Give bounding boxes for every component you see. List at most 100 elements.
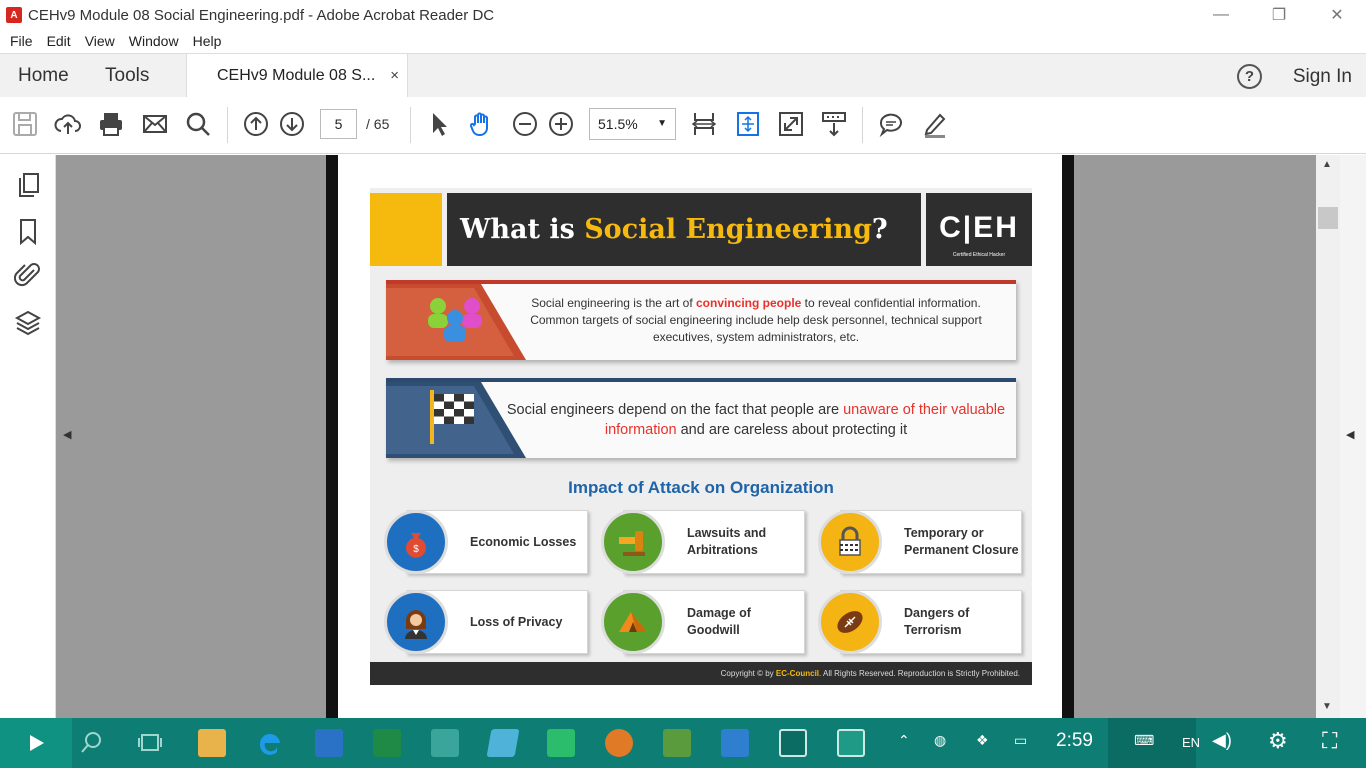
project-icon[interactable] <box>663 729 691 757</box>
zoom-in-icon[interactable] <box>546 109 576 139</box>
menu-file[interactable]: File <box>10 33 33 49</box>
network-app-icon[interactable] <box>721 729 749 757</box>
full-screen-icon[interactable] <box>776 109 806 139</box>
email-icon[interactable] <box>140 109 170 139</box>
people-group-icon <box>386 284 526 360</box>
zoom-out-icon[interactable] <box>510 109 540 139</box>
upload-cloud-icon[interactable] <box>53 109 83 139</box>
slide-title-accent: Social Engineering <box>584 214 872 245</box>
tab-document-label: CEHv9 Module 08 S... <box>217 67 376 84</box>
select-cursor-icon[interactable] <box>424 109 454 139</box>
help-icon[interactable]: ? <box>1237 64 1262 89</box>
save-icon[interactable] <box>10 109 40 139</box>
clock[interactable]: 2:59 <box>1056 730 1093 752</box>
definition-card: Social engineering is the art of convinc… <box>386 280 1016 360</box>
edge-browser-icon[interactable] <box>256 729 284 757</box>
close-button[interactable]: ✕ <box>1308 0 1366 30</box>
slide-footer: Copyright © by EC-Council. All Rights Re… <box>370 662 1032 685</box>
keyboard-icon[interactable]: ⌨ <box>1134 732 1154 749</box>
app-icon[interactable] <box>486 729 520 757</box>
search-taskbar-icon[interactable] <box>78 729 106 757</box>
highlight-pen-icon[interactable] <box>920 109 950 139</box>
acrobat-icon: A <box>6 7 22 23</box>
language-indicator[interactable]: EN <box>1182 735 1200 750</box>
scroll-mode-icon[interactable] <box>819 109 849 139</box>
hand-tool-icon[interactable] <box>466 109 496 139</box>
menu-view[interactable]: View <box>85 33 115 49</box>
outlook-icon[interactable] <box>315 729 343 757</box>
menu-window[interactable]: Window <box>129 33 179 49</box>
page-number-input[interactable]: 5 <box>320 109 357 139</box>
volume-icon[interactable]: ◀) <box>1212 730 1232 751</box>
impact-label: Loss of Privacy <box>470 614 563 629</box>
search-icon[interactable] <box>183 109 213 139</box>
tab-document[interactable]: CEHv9 Module 08 S... × <box>186 54 408 99</box>
impact-label: Temporary or Permanent Closure <box>904 526 1019 557</box>
chevron-down-icon: ▼ <box>657 118 667 129</box>
excel-icon[interactable] <box>373 729 401 757</box>
impact-economic-losses: $ Economic Losses <box>384 508 588 576</box>
task-view-icon[interactable] <box>136 729 164 757</box>
ceh-logo-text: C|EH <box>939 211 1019 244</box>
tab-close-button[interactable]: × <box>390 54 399 98</box>
file-explorer-icon[interactable] <box>198 729 226 757</box>
dropbox-icon[interactable]: ❖ <box>976 732 989 749</box>
padlock-icon <box>818 510 882 574</box>
display-icon[interactable]: ▭ <box>1014 732 1027 749</box>
pages-thumbnails-icon[interactable] <box>14 171 42 199</box>
acrobat-taskbar-icon[interactable] <box>779 729 807 757</box>
ceh-logo: C|EH Certified Ethical Hacker <box>926 193 1032 266</box>
impact-label: Lawsuits and Arbitrations <box>687 526 767 557</box>
right-panel-toggle-icon[interactable]: ◀ <box>1346 428 1354 441</box>
next-page-icon[interactable] <box>277 109 307 139</box>
dependency-card: Social engineers depend on the fact that… <box>386 378 1016 458</box>
impact-label: Economic Losses <box>470 534 577 549</box>
minimize-button[interactable]: — <box>1192 0 1250 30</box>
tab-bar: Home Tools CEHv9 Module 08 S... × ? Sign… <box>0 53 1366 100</box>
network-icon[interactable]: ◍ <box>934 732 946 749</box>
attachment-icon[interactable] <box>13 261 42 289</box>
restore-button[interactable]: ❐ <box>1250 0 1308 30</box>
slide-title: What is Social Engineering? <box>447 193 921 266</box>
zoom-select[interactable]: 51.5% ▼ <box>589 108 676 140</box>
menu-help[interactable]: Help <box>193 33 222 49</box>
scroll-thumb[interactable] <box>1318 207 1338 229</box>
definition-highlight: convincing people <box>695 296 802 310</box>
football-icon <box>818 590 882 654</box>
impact-privacy: Loss of Privacy <box>384 588 588 656</box>
store-icon[interactable] <box>431 729 459 757</box>
scroll-up-icon[interactable]: ▲ <box>1322 159 1332 170</box>
bookmark-icon[interactable] <box>14 217 42 246</box>
firefox-icon[interactable] <box>605 729 633 757</box>
left-panel-toggle-icon[interactable]: ◀ <box>63 428 71 441</box>
sign-in-button[interactable]: Sign In <box>1293 54 1352 100</box>
dependency-text: Social engineers depend on the fact that… <box>506 402 1006 438</box>
fullscreen-icon[interactable]: ⛶ <box>1322 728 1337 754</box>
scroll-down-icon[interactable]: ▼ <box>1322 701 1332 712</box>
settings-gear-icon[interactable]: ⚙ <box>1268 728 1288 754</box>
impact-label: Dangers of Terrorism <box>904 606 970 637</box>
print-icon[interactable] <box>96 109 126 139</box>
definition-text: Social engineering is the art of convinc… <box>530 296 982 344</box>
vertical-scrollbar[interactable]: ▲ ▼ <box>1316 155 1340 718</box>
menu-edit[interactable]: Edit <box>47 33 71 49</box>
chevron-up-icon[interactable]: ⌃ <box>898 732 910 749</box>
camtasia-icon[interactable] <box>547 729 575 757</box>
play-icon[interactable] <box>0 718 72 768</box>
checkered-flag-icon <box>386 382 526 458</box>
gavel-icon <box>601 510 665 574</box>
taskbar: ⌃ ◍ ❖ ▭ 2:59 ⌨ EN ◀) ⚙ ⛶ <box>0 718 1366 768</box>
tab-tools[interactable]: Tools <box>105 54 149 98</box>
layers-icon[interactable] <box>14 308 42 336</box>
title-accent-block <box>370 193 442 266</box>
tab-home[interactable]: Home <box>18 54 69 98</box>
title-bar: A CEHv9 Module 08 Social Engineering.pdf… <box>0 0 1366 30</box>
camtasia-recorder-icon[interactable] <box>837 729 865 757</box>
impact-closure: Temporary or Permanent Closure <box>818 508 1022 576</box>
fit-width-icon[interactable] <box>689 109 719 139</box>
fit-page-icon[interactable] <box>733 109 763 139</box>
comment-icon[interactable] <box>876 109 906 139</box>
slide-title-suffix: ? <box>871 214 888 245</box>
ceh-logo-subtitle: Certified Ethical Hacker <box>952 252 1006 258</box>
previous-page-icon[interactable] <box>241 109 271 139</box>
